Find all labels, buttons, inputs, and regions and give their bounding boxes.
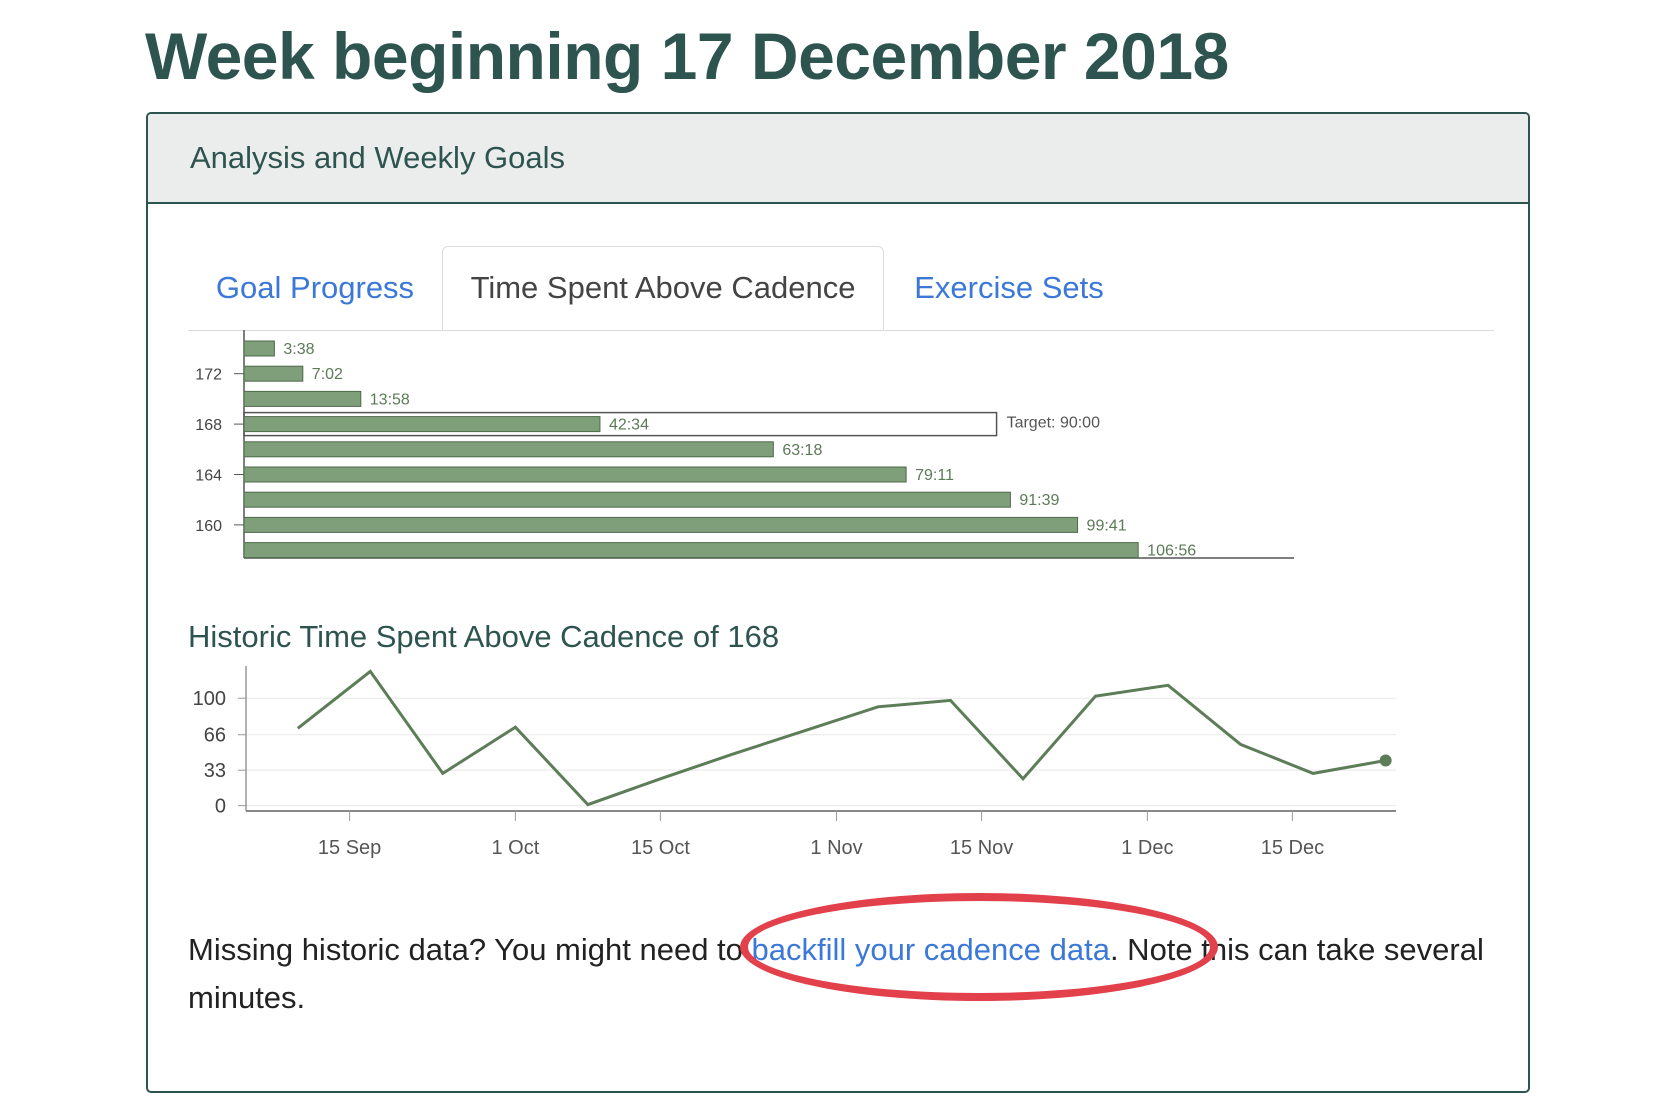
cadence-bar-label: 42:34 — [609, 417, 649, 434]
cadence-bar — [243, 340, 275, 357]
cadence-bar-label: 79:11 — [915, 467, 954, 484]
line-chart-y-tick-label: 33 — [204, 760, 226, 782]
bar-chart-y-tick-label: 172 — [195, 367, 222, 384]
analysis-card: Analysis and Weekly Goals Goal Progress … — [146, 112, 1530, 1093]
cadence-bar — [243, 542, 1139, 559]
cadence-bar-label: 13:58 — [370, 391, 410, 408]
note-text-before: Missing historic data? You might need to — [188, 932, 752, 967]
cadence-bar-chart: 172 168 164 160 Target: 90:00 3:38 7:02 13:58 42… — [195, 330, 1294, 560]
cadence-bar — [243, 390, 362, 407]
cadence-bar — [243, 416, 601, 433]
line-chart-y-tick-label: 0 — [215, 796, 226, 818]
card-header: Analysis and Weekly Goals — [148, 114, 1528, 204]
line-chart-x-tick-label: 1 Dec — [1121, 837, 1173, 859]
bar-chart-y-tick-label: 160 — [195, 518, 222, 535]
card-header-title: Analysis and Weekly Goals — [190, 140, 566, 175]
backfill-link[interactable]: backfill your cadence data — [752, 932, 1110, 967]
historic-section-title: Historic Time Spent Above Cadence of 168 — [188, 619, 780, 654]
cadence-bar — [243, 516, 1079, 533]
bar-chart-y-tick-label: 164 — [195, 468, 222, 485]
historic-series-line — [296, 669, 1386, 807]
line-chart-y-tick-label: 100 — [193, 688, 226, 710]
historic-last-point — [1379, 754, 1392, 767]
cadence-bar — [243, 365, 304, 382]
bar-chart-y-tick-label: 168 — [195, 417, 222, 434]
line-chart-x-tick-label: 1 Nov — [810, 837, 862, 859]
target-label: Target: 90:00 — [1007, 415, 1101, 432]
cadence-bar — [243, 466, 907, 483]
cadence-bar — [243, 441, 774, 458]
cadence-bar-label: 99:41 — [1087, 517, 1127, 534]
tab-goal-progress[interactable]: Goal Progress — [188, 246, 442, 330]
page-title: Week beginning 17 December 2018 — [145, 19, 1229, 93]
historic-line-chart: 100 66 33 0 15 Sep 1 Oct 15 Oct 1 Nov 15 Nov 1 De… — [193, 666, 1396, 859]
tab-bar: Goal Progress Time Spent Above Cadence E… — [188, 246, 1494, 331]
tab-time-spent-above-cadence[interactable]: Time Spent Above Cadence — [442, 246, 884, 330]
cadence-bar-label: 91:39 — [1019, 492, 1059, 509]
line-chart-x-tick-label: 15 Dec — [1261, 837, 1324, 859]
cadence-bar-label: 7:02 — [312, 366, 343, 383]
line-chart-y-tick-label: 66 — [204, 725, 226, 747]
line-chart-x-tick-label: 1 Oct — [491, 837, 539, 859]
line-chart-x-tick-label: 15 Nov — [950, 837, 1013, 859]
tab-exercise-sets[interactable]: Exercise Sets — [884, 246, 1134, 330]
backfill-note: Missing historic data? You might need to… — [188, 926, 1498, 1022]
cadence-bar-label: 3:38 — [283, 341, 314, 358]
line-chart-x-tick-label: 15 Sep — [318, 837, 381, 859]
cadence-bar-label: 106:56 — [1147, 543, 1196, 560]
cadence-bar-label: 63:18 — [782, 442, 822, 459]
line-chart-x-tick-label: 15 Oct — [631, 837, 690, 859]
cadence-bar — [243, 491, 1011, 508]
